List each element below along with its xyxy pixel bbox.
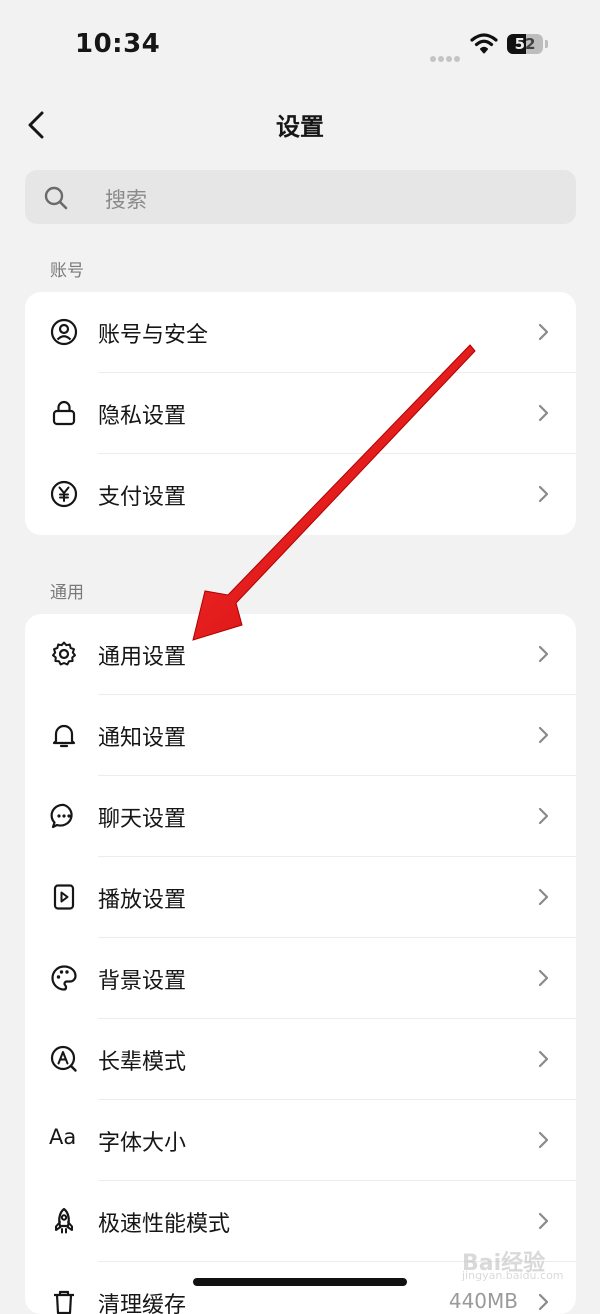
row-label: 账号与安全 <box>98 323 209 348</box>
chevron-right-icon <box>538 645 549 663</box>
home-indicator <box>193 1278 407 1286</box>
chevron-right-icon <box>538 1131 549 1149</box>
chat-bubble-icon <box>50 803 73 829</box>
row-label: 通知设置 <box>98 726 187 751</box>
search-icon <box>44 186 68 210</box>
font-size-icon: Aa <box>49 1125 77 1149</box>
section-label-general: 通用 <box>50 583 84 603</box>
row-font-size[interactable]: Aa 字体大小 <box>25 1100 576 1181</box>
chevron-right-icon <box>538 404 549 422</box>
row-label: 通用设置 <box>98 645 187 670</box>
chevron-right-icon <box>538 888 549 906</box>
rocket-icon <box>55 1207 73 1234</box>
row-elder-mode[interactable]: 长辈模式 <box>25 1019 576 1100</box>
row-payment-settings[interactable]: 支付设置 <box>25 454 576 535</box>
account-settings-group: 账号与安全 隐私设置 支付设置 <box>25 292 576 535</box>
row-privacy-settings[interactable]: 隐私设置 <box>25 373 576 454</box>
row-label: 背景设置 <box>98 969 187 994</box>
chevron-right-icon <box>538 323 549 341</box>
row-label: 极速性能模式 <box>98 1212 231 1237</box>
battery-cap <box>545 40 548 48</box>
row-label: 长辈模式 <box>98 1050 187 1075</box>
battery-percent: 52 <box>514 35 536 53</box>
play-square-icon <box>53 884 75 910</box>
status-time: 10:34 <box>75 29 161 59</box>
chevron-right-icon <box>538 1212 549 1230</box>
yen-circle-icon <box>50 480 78 508</box>
status-bar: 10:34 52 <box>0 0 600 90</box>
chevron-right-icon <box>538 1293 549 1311</box>
battery-icon: 52 <box>507 34 543 54</box>
bell-icon <box>52 724 76 748</box>
chevron-right-icon <box>538 485 549 503</box>
lock-icon <box>52 400 76 426</box>
row-playback-settings[interactable]: 播放设置 <box>25 857 576 938</box>
row-background-settings[interactable]: 背景设置 <box>25 938 576 1019</box>
search-input[interactable]: 搜索 <box>25 170 576 224</box>
baidu-jingyan-watermark: Bai经验 jingyan.baidu.com <box>460 1235 590 1282</box>
page-title: 设置 <box>276 113 324 141</box>
nav-bar: 设置 <box>0 95 600 155</box>
elder-mode-icon <box>50 1045 77 1072</box>
row-label: 播放设置 <box>98 888 187 913</box>
general-settings-group: 通用设置 通知设置 聊天设置 播放设置 背景设置 长辈模式 Aa 字体大小 极速… <box>25 614 576 1314</box>
row-notification-settings[interactable]: 通知设置 <box>25 695 576 776</box>
watermark-subtext: jingyan.baidu.com <box>462 1269 564 1282</box>
chevron-right-icon <box>538 807 549 825</box>
trash-icon <box>54 1290 74 1314</box>
chevron-right-icon <box>538 969 549 987</box>
search-placeholder: 搜索 <box>105 188 147 212</box>
cache-size-value: 440MB <box>448 1289 518 1313</box>
user-circle-icon <box>50 318 78 346</box>
cellular-signal-icon <box>430 47 462 66</box>
row-chat-settings[interactable]: 聊天设置 <box>25 776 576 857</box>
chevron-right-icon <box>538 1050 549 1068</box>
row-label: 字体大小 <box>98 1131 187 1156</box>
wifi-icon <box>470 33 498 54</box>
row-label: 聊天设置 <box>98 807 187 832</box>
row-account-security[interactable]: 账号与安全 <box>25 292 576 373</box>
gear-icon <box>52 641 76 666</box>
row-general-settings[interactable]: 通用设置 <box>25 614 576 695</box>
palette-icon <box>51 965 77 991</box>
row-label: 支付设置 <box>98 485 187 510</box>
section-label-account: 账号 <box>50 261 84 281</box>
chevron-right-icon <box>538 726 549 744</box>
row-label: 隐私设置 <box>98 404 187 429</box>
